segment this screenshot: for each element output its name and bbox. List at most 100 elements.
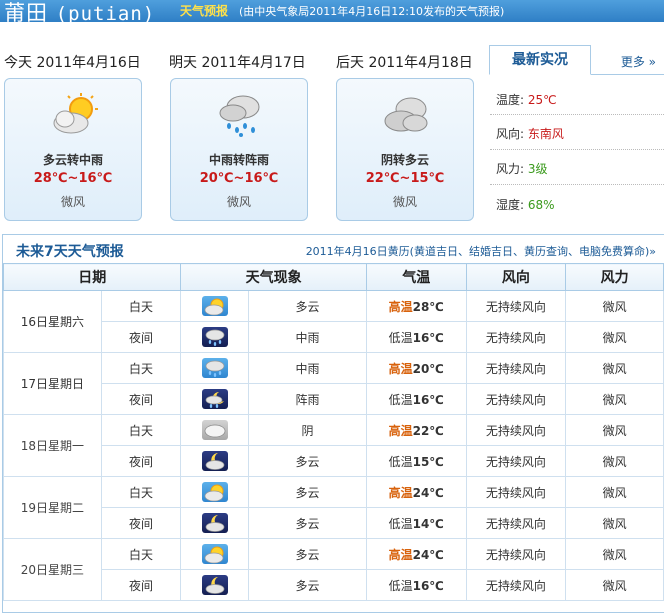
- row-wind-direction: 无持续风向: [465, 538, 567, 570]
- day-heading-after-tomorrow: 后天 2011年4月18日: [336, 52, 473, 72]
- header-wind-direction: 风向: [465, 263, 567, 291]
- weather-icon-cell: [180, 476, 250, 508]
- weather-icon-cell: [180, 321, 250, 353]
- header-temperature: 气温: [365, 263, 467, 291]
- day-heading-today: 今天 2011年4月16日: [4, 52, 141, 72]
- temp-value: 16℃: [412, 578, 444, 593]
- table-row: 夜间 多云 低温16℃ 无持续风向 微风: [4, 569, 664, 601]
- row-period: 夜间: [100, 569, 182, 601]
- temp-label: 高温: [388, 485, 413, 500]
- rain-icon: [201, 327, 228, 347]
- row-date: 19日星期二: [3, 476, 102, 539]
- row-weather: 中雨: [248, 321, 367, 353]
- row-wind-direction: 无持续风向: [465, 414, 567, 446]
- forecast-title: 天气预报: [180, 4, 229, 18]
- row-wind-force: 微风: [565, 352, 664, 384]
- row-wind-force: 微风: [565, 321, 664, 353]
- row-weather: 阴: [248, 414, 367, 446]
- overcast-icon: [201, 420, 228, 440]
- temp-value: 24℃: [412, 485, 444, 500]
- row-weather: 多云: [248, 507, 367, 539]
- table-row: 夜间 多云 低温15℃ 无持续风向 微风: [4, 445, 664, 477]
- day-label: 今天: [4, 55, 32, 71]
- weather-icon-cell: [180, 538, 250, 570]
- temp-label: 低温: [388, 578, 413, 593]
- table-row: 17日星期日 白天 中雨 高温20℃ 无持续风向 微风: [3, 352, 664, 415]
- row-period: 夜间: [100, 507, 182, 539]
- temp-label: 高温: [388, 423, 413, 438]
- row-wind-force: 微风: [565, 507, 664, 539]
- day-heading-tomorrow: 明天 2011年4月17日: [169, 52, 306, 72]
- live-label: 湿度:: [496, 198, 525, 212]
- table-row: 夜间 中雨 低温16℃ 无持续风向 微风: [4, 321, 664, 353]
- city-pinyin: (putian): [55, 3, 156, 22]
- table-row: 16日星期六 白天 多云 高温28℃ 无持续风向 微风: [3, 290, 664, 353]
- temp-value: 16℃: [412, 392, 444, 407]
- more-link[interactable]: 更多 »: [621, 53, 656, 70]
- table-row: 18日星期一 白天阴高温22℃ 无持续风向 微风: [3, 414, 664, 477]
- row-wind-direction: 无持续风向: [465, 476, 567, 508]
- forecast-body: 16日星期六 白天 多云 高温28℃ 无持续风向 微风 夜间 中雨 低温16℃ 无持续风向 微风 17…: [3, 290, 664, 601]
- temp-label: 低温: [388, 392, 413, 407]
- day-condition: 多云转中雨: [42, 153, 103, 167]
- table-row: 20日星期三 白天 多云 高温24℃ 无持续风向 微风: [3, 538, 664, 601]
- row-weather: 多云: [248, 538, 367, 570]
- row-temperature: 高温28℃: [365, 290, 467, 322]
- row-wind-force: 微风: [565, 476, 664, 508]
- rain-icon: [219, 95, 260, 137]
- live-label: 温度:: [496, 93, 525, 107]
- day-date: 2011年4月16日: [36, 55, 141, 71]
- moon-cloud-icon: [201, 451, 228, 471]
- moon-cloud-icon: [201, 575, 228, 595]
- row-temperature: 低温16℃: [365, 569, 467, 601]
- forecast-table: 日期 天气现象 气温 风向 风力 16日星期六 白天 多云 高温28℃ 无持续风向 微风夜…: [2, 263, 664, 601]
- weather-icon-cell: [180, 352, 250, 384]
- seven-day-title: 未来7天天气预报: [16, 244, 124, 260]
- weather-icon-cell: [180, 507, 250, 539]
- almanac-links[interactable]: 2011年4月16日黄历(黄道吉日、结婚吉日、黄历查询、电脑免费算命)»: [306, 243, 656, 259]
- row-wind-direction: 无持续风向: [465, 290, 567, 322]
- cloudy-icon: [384, 97, 428, 132]
- day-label: 后天: [336, 55, 364, 71]
- day-card-today[interactable]: 多云转中雨 28℃~16℃ 微风: [4, 78, 142, 221]
- temp-label: 低温: [388, 454, 413, 469]
- temp-label: 高温: [388, 299, 413, 314]
- live-humidity: 湿度: 68%: [496, 196, 664, 213]
- weather-icon-cell: [180, 290, 250, 322]
- row-temperature: 高温24℃: [365, 538, 467, 570]
- tab-live-observation[interactable]: 最新实况: [489, 45, 591, 75]
- row-weather: 多云: [248, 290, 367, 322]
- issued-note: (由中央气象局2011年4月16日12:10发布的天气预报): [239, 5, 505, 18]
- temp-label: 高温: [388, 361, 413, 376]
- sun-cloud-icon: [201, 296, 228, 316]
- row-temperature: 高温22℃: [365, 414, 467, 446]
- live-value: 25℃: [527, 93, 557, 107]
- row-weather: 多云: [248, 569, 367, 601]
- day-temperature: 22℃~15℃: [365, 171, 445, 186]
- day-temperature: 20℃~16℃: [199, 171, 279, 186]
- live-wind-direction: 风向: 东南风: [496, 125, 664, 142]
- divider: [490, 184, 664, 185]
- table-row: 夜间 多云 低温14℃ 无持续风向 微风: [4, 507, 664, 539]
- row-period: 白天: [100, 352, 182, 384]
- day-card-after-tomorrow[interactable]: 阴转多云 22℃~15℃ 微风: [336, 78, 474, 221]
- row-weather: 多云: [248, 445, 367, 477]
- city-label: 莆田: [4, 1, 48, 22]
- rain-icon: [201, 358, 228, 378]
- header-date: 日期: [2, 263, 182, 291]
- row-wind-direction: 无持续风向: [465, 383, 567, 415]
- row-wind-direction: 无持续风向: [465, 445, 567, 477]
- row-period: 白天: [100, 290, 182, 322]
- row-period: 白天: [100, 414, 182, 446]
- seven-day-forecast: 未来7天天气预报 2011年4月16日黄历(黄道吉日、结婚吉日、黄历查询、电脑免…: [2, 234, 664, 613]
- live-label: 风向:: [496, 127, 525, 141]
- day-wind: 微风: [60, 195, 85, 209]
- day-card-tomorrow[interactable]: 中雨转阵雨 20℃~16℃ 微风: [170, 78, 308, 221]
- row-weather: 多云: [248, 476, 367, 508]
- header-wind-force: 风力: [565, 263, 664, 291]
- temp-label: 高温: [388, 547, 413, 562]
- temp-value: 14℃: [412, 516, 444, 531]
- row-wind-direction: 无持续风向: [465, 507, 567, 539]
- temp-label: 低温: [388, 330, 413, 345]
- moon-rain-icon: [201, 389, 228, 409]
